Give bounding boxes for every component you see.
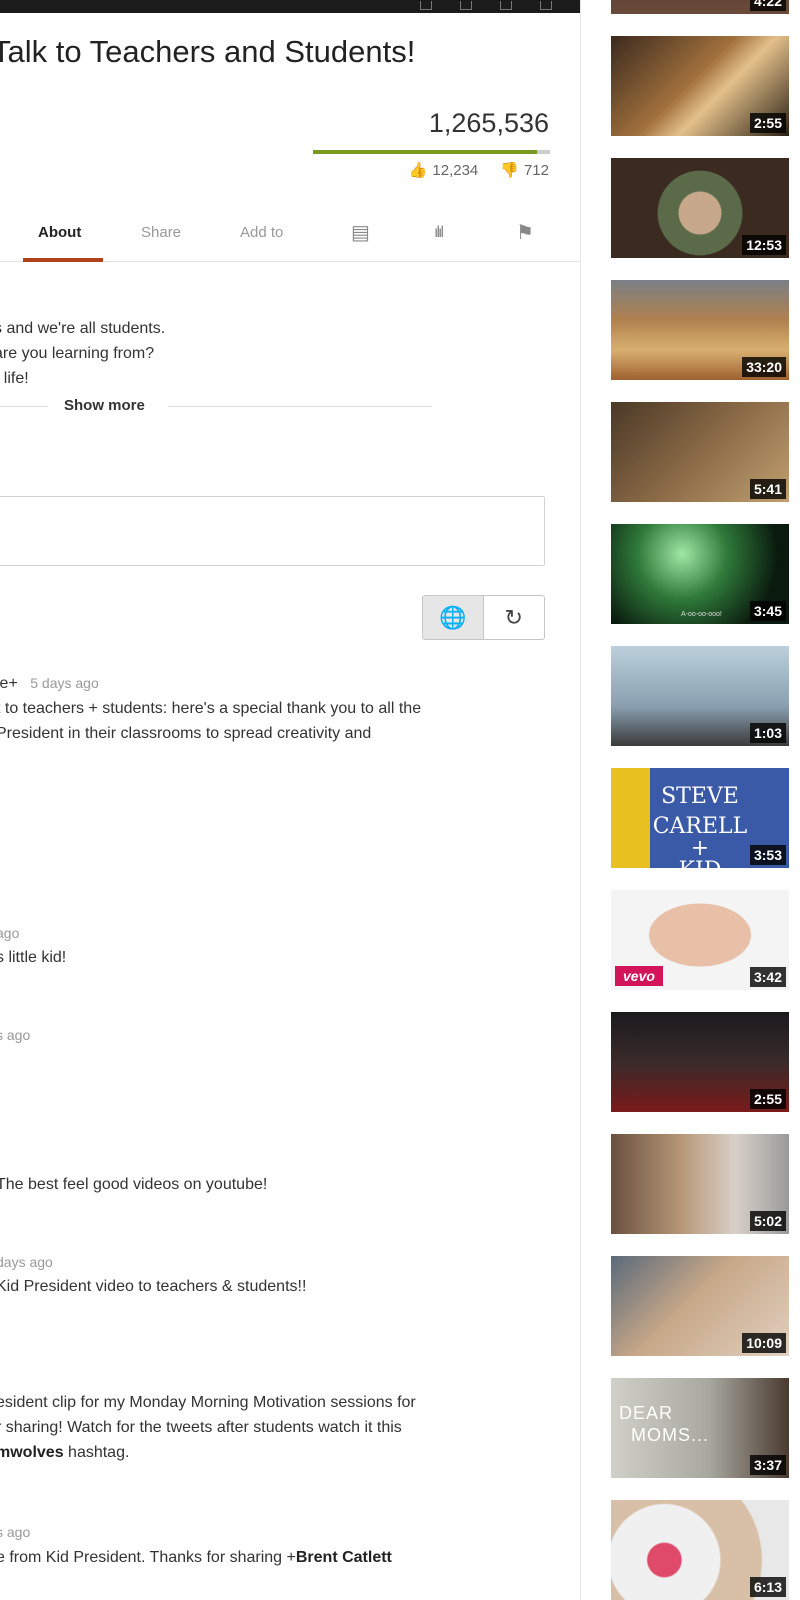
comment-visibility-toggle[interactable]: 🌐 ↻ [422,595,545,640]
related-video-thumbnail[interactable]: 5:41 [611,402,789,502]
comment-text: The best feel good videos on youtube! [0,1176,268,1193]
vevo-logo: vevo [615,966,663,986]
comment-text: mwolves hashtag. [0,1440,129,1465]
overlay-line: MOMS... [631,1425,709,1445]
video-duration: 1:03 [749,723,786,743]
related-video-thumbnail[interactable]: 10:09 [611,1256,789,1356]
related-video-thumbnail[interactable]: A-oo-oo-ooo! 3:45 [611,524,789,624]
related-video-thumbnail[interactable]: 6:13 [611,1500,789,1600]
related-video-thumbnail[interactable]: vevo 3:42 [611,890,789,990]
comment-text: esident clip for my Monday Morning Motiv… [0,1394,416,1411]
video-duration: 3:53 [749,845,786,865]
like-button[interactable]: 👍 12,234 [409,161,479,179]
comment-time[interactable]: s ago [0,1524,30,1540]
comment-text: s little kid! [0,949,67,966]
related-video-thumbnail[interactable]: 1:03 [611,646,789,746]
main-column: Talk to Teachers and Students! 1,265,536… [0,0,580,1600]
comment-text: t to teachers + students: here's a speci… [0,700,422,717]
divider [0,406,48,407]
like-dislike-counts: 👍 12,234 👎 712 [409,161,549,179]
comment-text: e from Kid President. Thanks for sharing… [0,1545,392,1570]
show-more-row: Show more [0,396,432,416]
comment-time[interactable]: days ago [0,1254,53,1270]
fullscreen-icon[interactable] [540,1,552,10]
comment-text: President in their classrooms to spread … [0,725,372,742]
transcript-icon[interactable]: ▤ [351,220,370,245]
tab-share[interactable]: Share [141,224,181,241]
thumbs-up-icon: 👍 [408,162,428,179]
settings-icon[interactable] [420,1,432,10]
action-tabs: About Share Add to ▤ ılıl ⚑ [0,218,580,262]
mention-link[interactable]: Brent Catlett [296,1549,392,1566]
video-duration: 33:20 [742,357,786,377]
comment-header: le+ 5 days ago [0,671,99,696]
active-tab-indicator [23,258,103,262]
like-ratio-bar [313,150,550,154]
video-title-overlay: DEAR MOMS... [619,1402,709,1446]
comment-input[interactable] [0,496,545,566]
related-video-thumbnail[interactable]: 4:22 [611,0,789,14]
dislike-count: 712 [523,162,549,179]
video-caption: A-oo-oo-ooo! [681,611,722,618]
theater-mode-icon[interactable] [460,1,472,10]
video-duration: 2:55 [749,113,786,133]
description-line: s and we're all students. [0,320,166,337]
view-count: 1,265,536 [428,108,549,138]
show-more-button[interactable]: Show more [64,397,145,414]
tab-add-to[interactable]: Add to [240,224,283,241]
video-duration: 3:37 [749,1455,786,1475]
description-line: are you learning from? [0,345,155,362]
comment-author[interactable]: le+ [0,675,18,692]
comment-time[interactable]: 5 days ago [30,675,99,691]
video-duration: 3:45 [749,601,786,621]
video-duration: 5:02 [749,1211,786,1231]
overlay-line: STEVE CARELL [652,784,748,839]
video-duration: 6:13 [749,1577,786,1597]
dislike-button[interactable]: 👎 712 [500,161,549,179]
volume-icon[interactable] [500,1,512,10]
related-video-thumbnail[interactable]: 12:53 [611,158,789,258]
circles-icon[interactable]: ↻ [484,596,545,639]
comment-time[interactable]: ago [0,925,19,941]
hashtag[interactable]: mwolves [0,1444,64,1461]
related-video-thumbnail[interactable]: STEVE CARELL + KID PRESIDENT 3:53 [611,768,789,868]
video-description: s and we're all students. are you learni… [0,316,165,391]
related-video-thumbnail[interactable]: DEAR MOMS... 3:37 [611,1378,789,1478]
video-duration: 2:55 [749,1089,786,1109]
video-duration: 12:53 [742,235,786,255]
related-video-thumbnail[interactable]: 33:20 [611,280,789,380]
like-ratio-fill [313,150,537,154]
player-controls-bar[interactable] [0,0,580,13]
comment-text-tail: hashtag. [63,1444,130,1461]
related-video-thumbnail[interactable]: 2:55 [611,36,789,136]
related-video-thumbnail[interactable]: 5:02 [611,1134,789,1234]
flag-icon[interactable]: ⚑ [516,220,534,245]
related-video-thumbnail[interactable]: 2:55 [611,1012,789,1112]
video-duration: 3:42 [749,967,786,987]
divider [168,406,432,407]
thumbs-down-icon: 👎 [500,162,519,179]
overlay-line: DEAR [619,1403,674,1423]
comment-text: r sharing! Watch for the tweets after st… [0,1419,402,1436]
like-count: 12,234 [432,162,479,179]
video-title: Talk to Teachers and Students! [0,34,416,69]
description-line: r life! [0,370,29,387]
video-duration: 4:22 [749,0,786,11]
tab-about[interactable]: About [38,224,81,241]
video-duration: 10:09 [742,1333,786,1353]
video-duration: 5:41 [749,479,786,499]
globe-icon[interactable]: 🌐 [423,596,484,639]
comment-text: Kid President video to teachers & studen… [0,1278,307,1295]
related-videos-sidebar: 4:22 2:55 12:53 33:20 5:41 A-oo-oo-ooo! … [580,0,800,1600]
comment-time[interactable]: s ago [0,1027,30,1043]
comment-text-lead: e from Kid President. Thanks for sharing… [0,1549,296,1566]
statistics-icon[interactable]: ılıl [434,224,444,242]
